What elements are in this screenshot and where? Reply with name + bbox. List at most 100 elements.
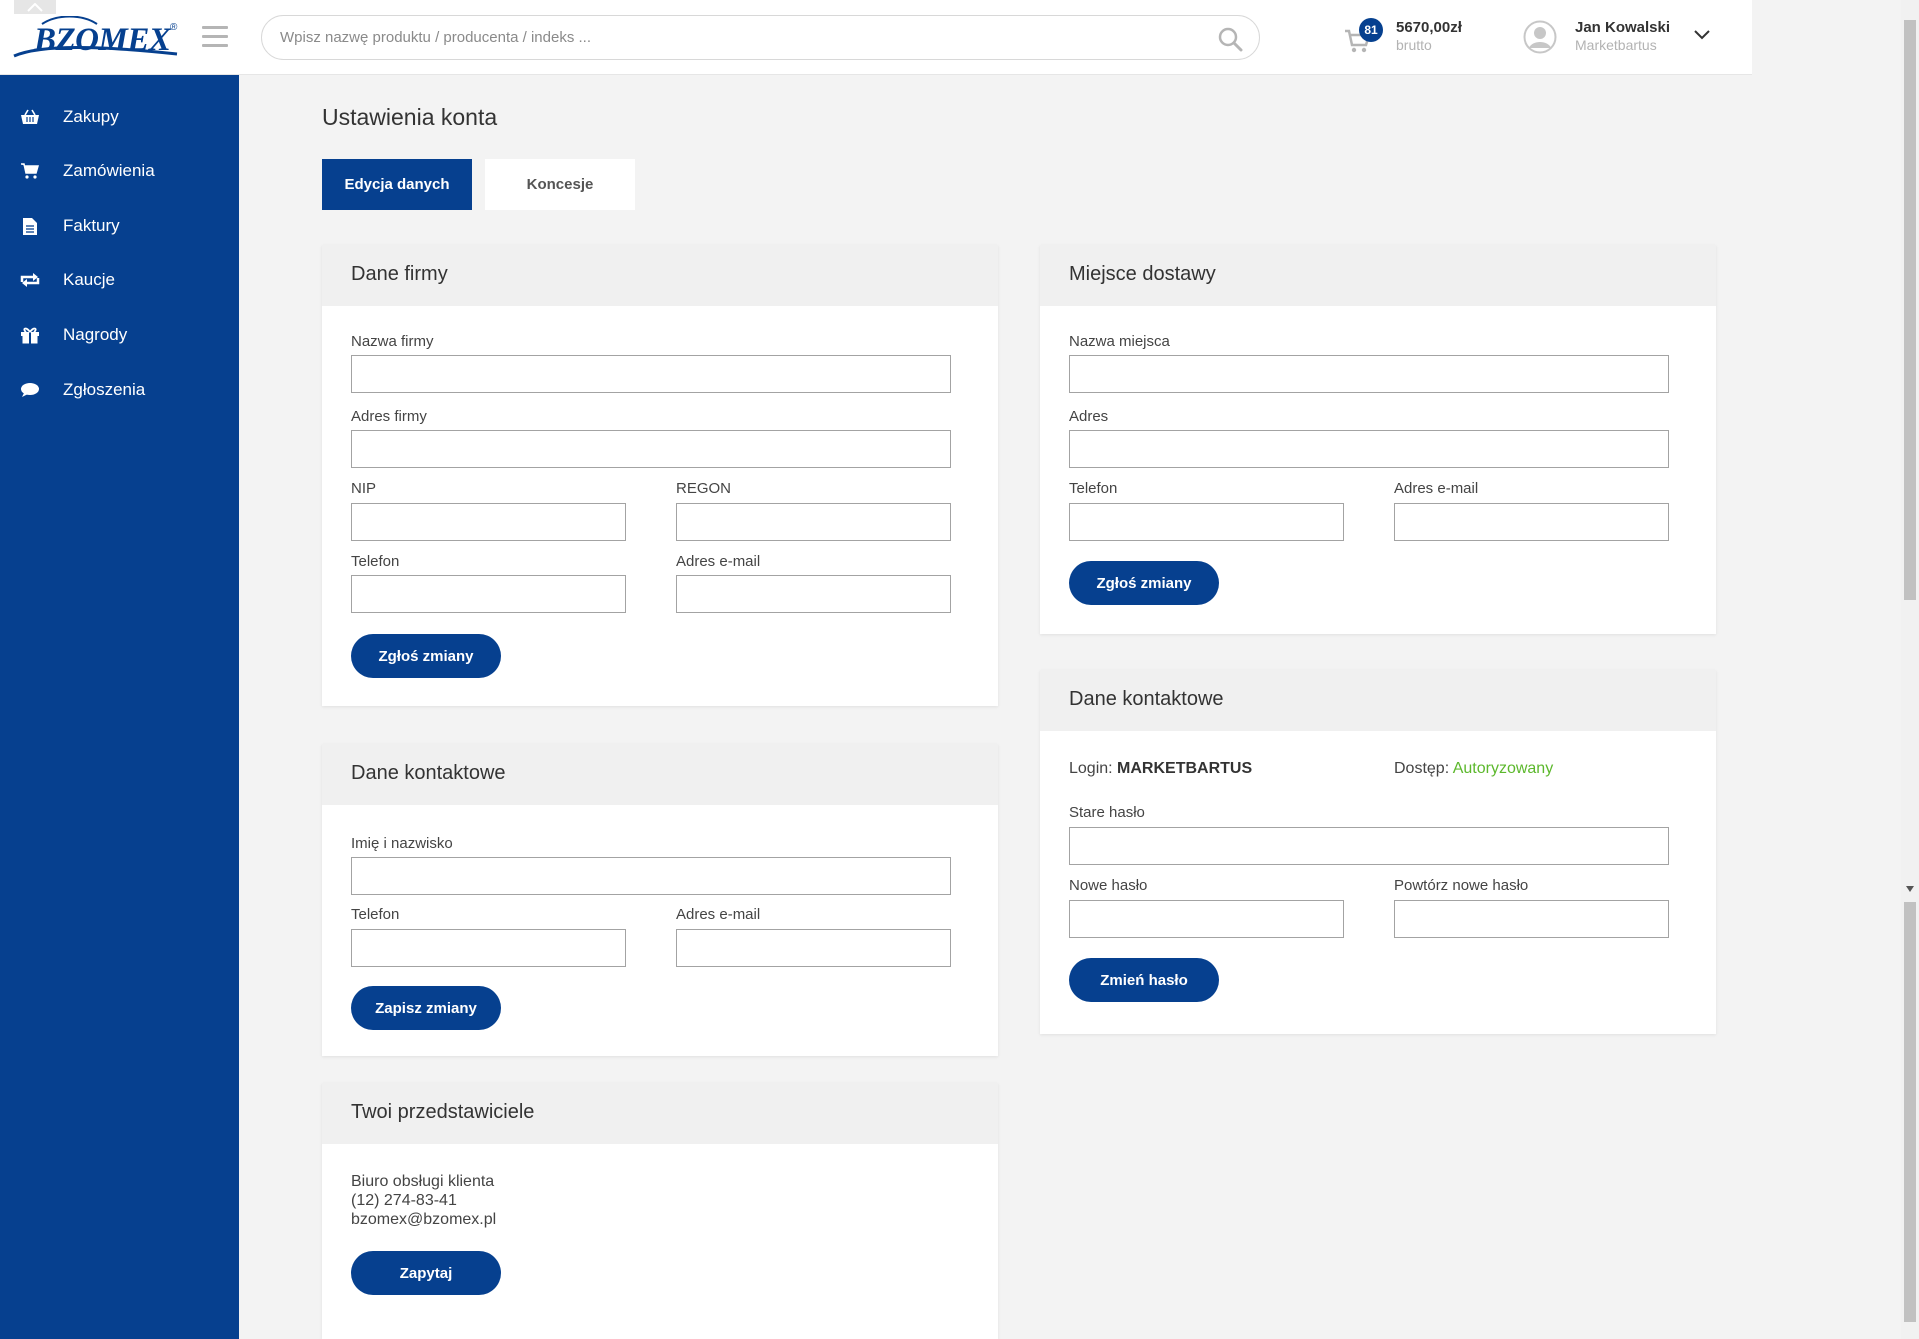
company-name-input[interactable] — [351, 355, 951, 393]
sidebar-item-zamowienia[interactable]: Zamówienia — [0, 149, 239, 193]
login-label: Login: — [1069, 760, 1113, 777]
company-data-card: Dane firmy Nazwa firmy Adres firmy NIP R… — [322, 245, 998, 706]
sidebar: Zakupy Zamówienia Faktury Kaucje Nagrody… — [0, 75, 239, 1339]
new-password-input[interactable] — [1069, 900, 1344, 938]
contact-phone-input[interactable] — [351, 929, 626, 967]
contact-email-label: Adres e-mail — [676, 906, 761, 923]
tab-koncesje[interactable]: Koncesje — [485, 159, 635, 210]
access-label: Dostęp: — [1394, 760, 1450, 777]
chevron-up-icon — [27, 2, 43, 12]
user-name[interactable]: Jan Kowalski — [1575, 19, 1670, 36]
company-email-input[interactable] — [676, 575, 951, 613]
login-row: Login: MARKETBARTUS — [1069, 760, 1252, 778]
sidebar-item-label: Zgłoszenia — [63, 380, 146, 399]
company-submit-button[interactable]: Zgłoś zmiany — [351, 634, 501, 678]
regon-input[interactable] — [676, 503, 951, 541]
hamburger-line — [202, 26, 228, 29]
delivery-place-card: Miejsce dostawy Nazwa miejsca Adres Tele… — [1040, 245, 1716, 634]
nip-input[interactable] — [351, 503, 626, 541]
cart-count-badge: 81 — [1359, 18, 1383, 42]
delivery-phone-label: Telefon — [1069, 480, 1118, 497]
cart-amount-sub: brutto — [1396, 37, 1432, 53]
user-company: Marketbartus — [1575, 37, 1657, 53]
sidebar-item-label: Zamówienia — [63, 161, 155, 180]
representatives-card: Twoi przedstawiciele Biuro obsługi klien… — [322, 1083, 998, 1339]
repeat-password-label: Powtórz nowe hasło — [1394, 877, 1529, 894]
logo-text: BZOMEX — [34, 22, 171, 58]
company-name-label: Nazwa firmy — [351, 333, 434, 350]
card-header: Miejsce dostawy — [1040, 245, 1716, 306]
contact-submit-button[interactable]: Zapisz zmiany — [351, 986, 501, 1030]
ask-button[interactable]: Zapytaj — [351, 1251, 501, 1295]
sidebar-item-kaucje[interactable]: Kaucje — [0, 258, 239, 302]
contact-name-input[interactable] — [351, 857, 951, 895]
chat-icon — [19, 380, 41, 400]
company-email-label: Adres e-mail — [676, 553, 761, 570]
cart-button[interactable]: 81 — [1344, 18, 1384, 54]
company-address-label: Adres firmy — [351, 408, 427, 425]
sidebar-item-label: Zakupy — [63, 107, 119, 126]
old-password-input[interactable] — [1069, 827, 1669, 865]
company-address-input[interactable] — [351, 430, 951, 468]
company-phone-label: Telefon — [351, 553, 400, 570]
card-title: Twoi przedstawiciele — [351, 1101, 535, 1123]
rep-email: bzomex@bzomex.pl — [351, 1211, 497, 1228]
sidebar-item-label: Faktury — [63, 216, 120, 235]
card-header: Dane firmy — [322, 245, 998, 306]
delivery-email-label: Adres e-mail — [1394, 480, 1479, 497]
menu-toggle-button[interactable] — [202, 26, 228, 48]
contact-phone-label: Telefon — [351, 906, 400, 923]
delivery-address-input[interactable] — [1069, 430, 1669, 468]
sidebar-item-zakupy[interactable]: Zakupy — [0, 95, 239, 139]
document-icon — [19, 216, 41, 236]
sidebar-item-label: Kaucje — [63, 270, 115, 289]
page-scrollbar[interactable] — [1901, 0, 1919, 1339]
basket-icon — [19, 107, 41, 127]
card-title: Dane firmy — [351, 263, 448, 285]
search-icon[interactable] — [1217, 26, 1243, 52]
card-title: Miejsce dostawy — [1069, 263, 1216, 285]
contact-email-input[interactable] — [676, 929, 951, 967]
search-box — [261, 15, 1260, 60]
search-input[interactable] — [280, 25, 1200, 50]
card-header: Dane kontaktowe — [1040, 670, 1716, 731]
access-row: Dostęp: Autoryzowany — [1394, 760, 1553, 778]
account-card: Dane kontaktowe Login: MARKETBARTUS Dost… — [1040, 670, 1716, 1034]
exchange-icon — [19, 270, 41, 290]
contact-data-card: Dane kontaktowe Imię i nazwisko Telefon … — [322, 744, 998, 1056]
nip-label: NIP — [351, 480, 377, 497]
sidebar-item-zgloszenia[interactable]: Zgłoszenia — [0, 368, 239, 412]
card-title: Dane kontaktowe — [1069, 688, 1224, 710]
access-value: Autoryzowany — [1452, 760, 1554, 777]
sidebar-item-label: Nagrody — [63, 325, 128, 344]
tab-edycja-danych[interactable]: Edycja danych — [322, 159, 472, 210]
repeat-password-input[interactable] — [1394, 900, 1669, 938]
delivery-address-label: Adres — [1069, 408, 1109, 425]
rep-phone: (12) 274-83-41 — [351, 1192, 457, 1209]
scrollbar-thumb-lower[interactable] — [1904, 902, 1916, 1322]
user-avatar-icon[interactable] — [1523, 20, 1557, 54]
scroll-top-button[interactable] — [14, 0, 56, 14]
new-password-label: Nowe hasło — [1069, 877, 1148, 894]
logo[interactable]: BZOMEX ® — [12, 16, 182, 60]
logo-registered-mark: ® — [170, 22, 178, 33]
rep-office-name: Biuro obsługi klienta — [351, 1173, 495, 1190]
sidebar-item-nagrody[interactable]: Nagrody — [0, 313, 239, 357]
old-password-label: Stare hasło — [1069, 804, 1145, 821]
card-title: Dane kontaktowe — [351, 762, 506, 784]
contact-name-label: Imię i nazwisko — [351, 835, 453, 852]
page-title: Ustawienia konta — [322, 104, 498, 130]
delivery-phone-input[interactable] — [1069, 503, 1344, 541]
top-header: BZOMEX ® 81 5670,00zł brutto Jan Kowalsk… — [0, 0, 1752, 75]
delivery-submit-button[interactable]: Zgłoś zmiany — [1069, 561, 1219, 605]
delivery-email-input[interactable] — [1394, 503, 1669, 541]
sidebar-item-faktury[interactable]: Faktury — [0, 204, 239, 248]
cart-icon — [19, 161, 41, 181]
scroll-down-arrow-icon[interactable] — [1906, 886, 1914, 892]
hamburger-line — [202, 44, 228, 47]
change-password-button[interactable]: Zmień hasło — [1069, 958, 1219, 1002]
delivery-name-input[interactable] — [1069, 355, 1669, 393]
company-phone-input[interactable] — [351, 575, 626, 613]
chevron-down-icon[interactable] — [1693, 28, 1711, 42]
scrollbar-thumb[interactable] — [1904, 20, 1916, 600]
